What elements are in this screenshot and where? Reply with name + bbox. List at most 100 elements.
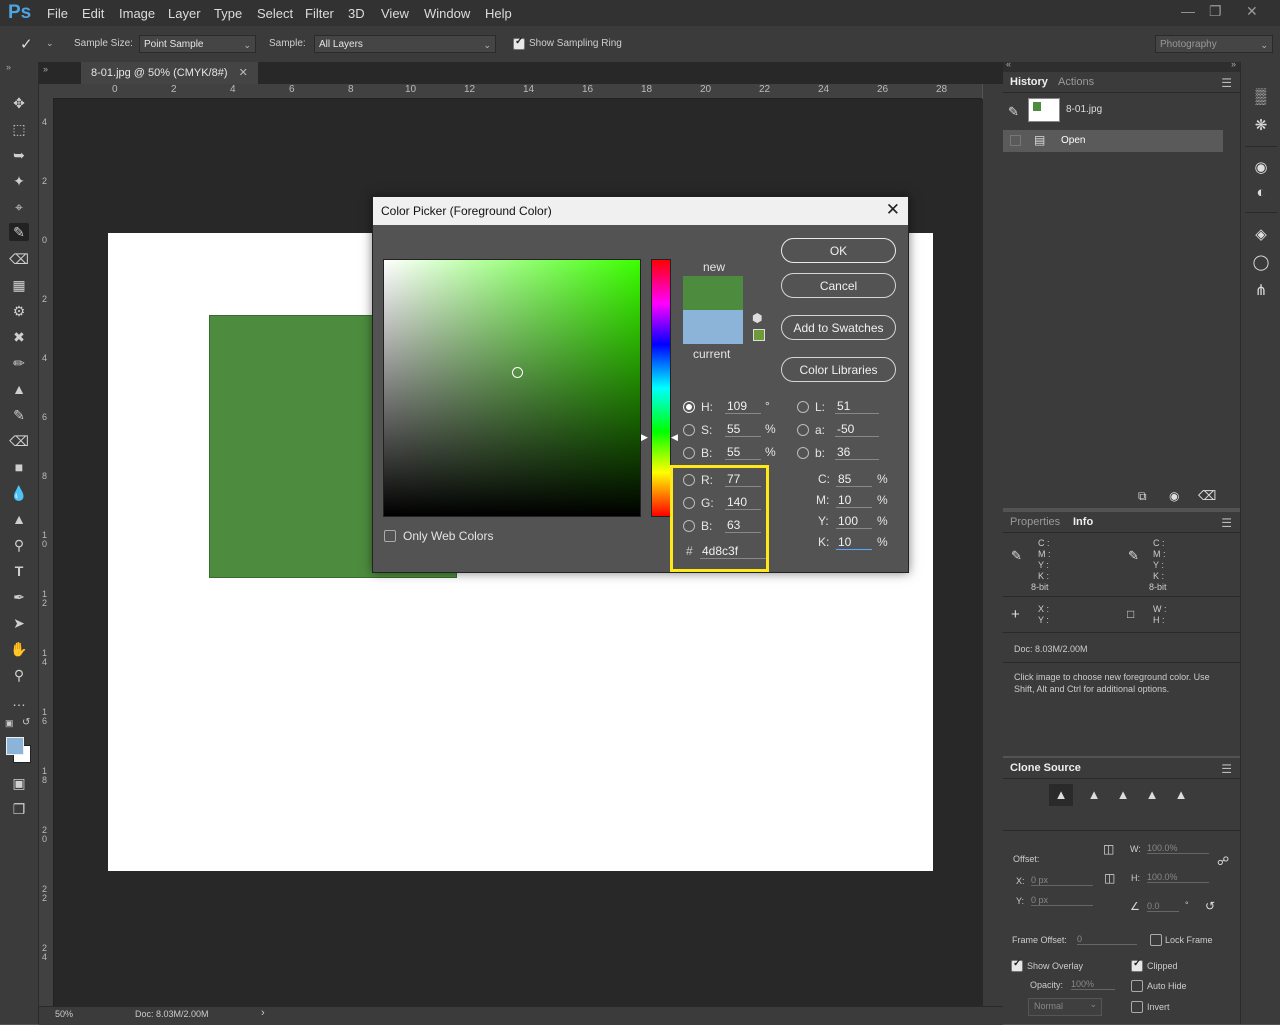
scale-w-field[interactable]: 100.0% (1147, 843, 1209, 854)
hue-slider-left-arrow-icon[interactable]: ▶ (641, 432, 648, 443)
a-channel-radio[interactable] (797, 424, 809, 436)
crop-tool-icon[interactable]: ⌖ (9, 198, 29, 216)
patch-tool-icon[interactable]: ▦ (9, 276, 29, 294)
path-selection-tool-icon[interactable]: ➤ (9, 614, 29, 632)
tab-actions[interactable]: Actions (1058, 76, 1094, 88)
auto-hide-checkbox[interactable] (1131, 980, 1143, 992)
chevron-down-icon[interactable]: ⌄ (46, 38, 54, 49)
close-icon[interactable]: ✕ (886, 200, 900, 220)
collapse-icon[interactable]: » (43, 64, 48, 74)
menu-view[interactable]: View (381, 6, 409, 21)
history-brush-tool-icon[interactable]: ✎ (9, 406, 29, 424)
link-icon[interactable]: ☍ (1217, 854, 1229, 868)
sample-select[interactable]: All Layers ⌄ (314, 35, 496, 53)
menu-help[interactable]: Help (485, 6, 512, 21)
saturation-radio[interactable] (683, 424, 695, 436)
menu-3d[interactable]: 3D (348, 6, 365, 21)
marquee-tool-icon[interactable]: ⬚ (9, 120, 29, 138)
b-channel-field[interactable]: 36 (835, 445, 879, 460)
eyedropper-preset-icon[interactable]: ✓ (20, 35, 33, 53)
minimize-icon[interactable]: — (1181, 3, 1195, 19)
snapshot-thumbnail[interactable] (1028, 98, 1060, 122)
clone-source-1-icon[interactable]: ▲ (1049, 784, 1073, 806)
reset-transform-icon[interactable]: ↺ (1205, 899, 1215, 913)
flip-horizontal-icon[interactable]: ◫ (1103, 842, 1114, 856)
current-color-swatch[interactable] (683, 310, 743, 344)
color-libraries-button[interactable]: Color Libraries (781, 357, 896, 382)
new-document-from-state-icon[interactable]: ⧉ (1138, 489, 1147, 504)
histogram-icon[interactable]: ▒ (1252, 88, 1270, 106)
snapshot-name[interactable]: 8-01.jpg (1066, 104, 1102, 115)
opacity-field[interactable]: 100% (1071, 979, 1115, 990)
magic-wand-tool-icon[interactable]: ✦ (9, 172, 29, 190)
black-field[interactable]: 10 (836, 535, 872, 550)
panel-menu-icon[interactable]: ☰ (1221, 762, 1232, 776)
menu-select[interactable]: Select (257, 6, 293, 21)
hue-slider[interactable] (651, 259, 671, 517)
clone-source-4-icon[interactable]: ▲ (1140, 784, 1164, 806)
brush-tool-icon[interactable]: ✏ (9, 354, 29, 372)
default-colors-icon[interactable]: ▣ (5, 718, 14, 729)
yellow-field[interactable]: 100 (836, 514, 872, 529)
history-brush-source-box[interactable] (1010, 135, 1021, 146)
panel-menu-icon[interactable]: ☰ (1221, 516, 1232, 530)
clone-source-2-icon[interactable]: ▲ (1082, 784, 1106, 806)
frame-offset-field[interactable]: 0 (1077, 934, 1137, 945)
panel-menu-icon[interactable]: ☰ (1221, 76, 1232, 90)
offset-x-field[interactable]: 0 px (1031, 875, 1093, 886)
swap-colors-icon[interactable]: ↺ (22, 717, 30, 728)
menu-layer[interactable]: Layer (168, 6, 201, 21)
screen-mode-icon[interactable]: ❐ (9, 800, 29, 818)
more-tools-icon[interactable]: … (9, 692, 29, 710)
brightness-radio[interactable] (683, 447, 695, 459)
document-tab[interactable]: 8-01.jpg @ 50% (CMYK/8#) ✕ (81, 62, 258, 84)
flip-vertical-icon[interactable]: ◫ (1104, 871, 1115, 885)
frame-tool-icon[interactable]: ⚙ (9, 302, 29, 320)
zoom-level[interactable]: 50% (55, 1009, 73, 1019)
clipped-checkbox[interactable] (1131, 958, 1143, 972)
healing-brush-tool-icon[interactable]: ⌫ (9, 250, 29, 268)
libraries-icon[interactable]: ◉ (1252, 158, 1270, 176)
type-tool-icon[interactable]: T (9, 562, 29, 580)
lasso-tool-icon[interactable]: ➥ (9, 146, 29, 164)
tab-history[interactable]: History (1010, 76, 1048, 88)
content-aware-move-tool-icon[interactable]: ✖ (9, 328, 29, 346)
scale-h-field[interactable]: 100.0% (1147, 872, 1209, 883)
collapse-icon[interactable]: » (6, 62, 11, 72)
ok-button[interactable]: OK (781, 238, 896, 263)
eyedropper-tool-icon[interactable]: ✎ (9, 223, 29, 241)
show-overlay-checkbox[interactable] (1011, 958, 1023, 972)
menu-image[interactable]: Image (119, 6, 155, 21)
only-web-colors-checkbox[interactable] (384, 530, 396, 542)
expand-icon[interactable]: « (1006, 59, 1011, 69)
history-brush-source-icon[interactable]: ✎ (1008, 104, 1019, 120)
sharpen-tool-icon[interactable]: ▲ (9, 510, 29, 528)
zoom-tool-icon[interactable]: ⚲ (9, 666, 29, 684)
move-tool-icon[interactable]: ✥ (9, 94, 29, 112)
clone-stamp-tool-icon[interactable]: ▲ (9, 380, 29, 398)
close-window-icon[interactable]: ✕ (1246, 3, 1258, 20)
pen-tool-icon[interactable]: ✒ (9, 588, 29, 606)
add-to-swatches-button[interactable]: Add to Swatches (781, 315, 896, 340)
clone-source-3-icon[interactable]: ▲ (1111, 784, 1135, 806)
blend-mode-select[interactable]: Normal ⌄ (1028, 998, 1102, 1016)
saturation-field[interactable]: 55 (725, 422, 761, 437)
collapse-icon[interactable]: » (1231, 59, 1236, 69)
close-tab-icon[interactable]: ✕ (239, 67, 248, 79)
brightness-field[interactable]: 55 (725, 445, 761, 460)
hue-slider-right-arrow-icon[interactable]: ◀ (671, 432, 678, 443)
history-step[interactable]: ▤ Open (1003, 130, 1223, 152)
color-field[interactable] (383, 259, 641, 517)
clone-source-5-icon[interactable]: ▲ (1169, 784, 1193, 806)
layers-icon[interactable]: ◈ (1252, 225, 1270, 243)
camera-icon[interactable]: ◉ (1169, 489, 1179, 503)
dodge-tool-icon[interactable]: ⚲ (9, 536, 29, 554)
foreground-color-swatch[interactable] (6, 737, 24, 755)
offset-y-field[interactable]: 0 px (1031, 895, 1093, 906)
vertical-scrollbar[interactable] (983, 84, 1003, 1006)
menu-file[interactable]: File (47, 6, 68, 21)
lightness-radio[interactable] (797, 401, 809, 413)
a-channel-field[interactable]: -50 (835, 422, 879, 437)
channels-icon[interactable]: ◯ (1252, 253, 1270, 271)
invert-checkbox[interactable] (1131, 1001, 1143, 1013)
